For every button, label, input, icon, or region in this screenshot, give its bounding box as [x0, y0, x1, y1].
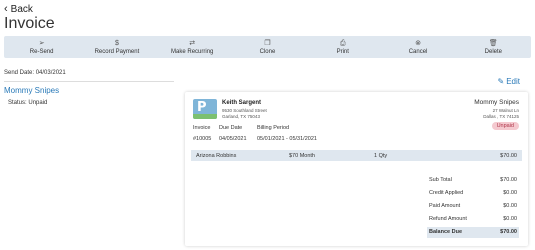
paid-amount-label: Paid Amount: [429, 203, 461, 209]
totals-row: Paid Amount $0.00: [427, 201, 519, 212]
trash-icon: 🗑: [488, 39, 498, 47]
refund-amount-label: Refund Amount: [429, 216, 467, 222]
print-button[interactable]: ⎙ Print: [305, 36, 380, 58]
balance-due-value: $70.00: [500, 229, 517, 235]
refund-amount-value: $0.00: [503, 216, 517, 222]
print-icon: ⎙: [339, 39, 346, 47]
meta-header-invoice: Invoice: [193, 125, 211, 131]
line-item-rate: $70 Month: [289, 153, 315, 159]
delete-label: Delete: [484, 48, 502, 55]
edit-label: Edit: [506, 77, 520, 86]
status-label: Status:: [8, 100, 27, 106]
totals-row: Sub Total $70.00: [427, 175, 519, 186]
chevron-left-icon: ‹: [4, 3, 8, 15]
customer-link[interactable]: Mommy Snipes: [4, 86, 59, 95]
make-recurring-label: Make Recurring: [171, 48, 214, 55]
business-logo: P: [193, 99, 217, 119]
balance-due-row: Balance Due $70.00: [427, 227, 519, 238]
sidebar-divider: [4, 81, 174, 82]
copy-icon: ❐: [264, 39, 271, 47]
meta-due-date: 04/05/2021: [219, 136, 247, 142]
status-badge: Unpaid: [491, 122, 519, 130]
line-item-qty: 1 Qty: [374, 153, 388, 159]
balance-due-label: Balance Due: [429, 229, 463, 235]
make-recurring-button[interactable]: ⇄ Make Recurring: [155, 36, 230, 58]
print-label: Print: [336, 48, 349, 55]
pencil-icon: ✎: [497, 77, 505, 86]
dollar-icon: $: [114, 39, 119, 47]
send-icon: ➢: [38, 39, 45, 47]
logo-letter: P: [197, 100, 207, 115]
totals-row: Refund Amount $0.00: [427, 214, 519, 225]
credit-applied-label: Credit Applied: [429, 190, 464, 196]
status-line: Status: Unpaid: [8, 100, 47, 106]
back-link[interactable]: ‹ Back: [4, 3, 33, 16]
delete-button[interactable]: 🗑 Delete: [456, 36, 531, 58]
business-name: Keith Sargent: [222, 100, 262, 106]
totals-row: Credit Applied $0.00: [427, 188, 519, 199]
invoice-toolbar: ➢ Re-Send $ Record Payment ⇄ Make Recurr…: [4, 36, 531, 58]
record-payment-button[interactable]: $ Record Payment: [79, 36, 154, 58]
line-item-row: Arizona Robbins $70 Month 1 Qty $70.00: [191, 150, 522, 161]
sub-total-label: Sub Total: [429, 177, 452, 183]
resend-button[interactable]: ➢ Re-Send: [4, 36, 79, 58]
line-item-name: Arizona Robbins: [196, 153, 237, 159]
repeat-icon: ⇄: [189, 39, 196, 47]
customer-address-line2: Dallas , TX 74125: [483, 113, 519, 119]
invoice-customer-address: 27 Walnut Ln Dallas , TX 74125: [483, 108, 519, 119]
edit-button[interactable]: ✎ Edit: [498, 77, 521, 86]
business-address-line1: 9530 Southland Street: [222, 108, 267, 113]
meta-billing-period: 05/01/2021 - 05/31/2021: [257, 136, 317, 142]
meta-invoice-number: #10005: [193, 136, 212, 142]
clone-button[interactable]: ❐ Clone: [230, 36, 305, 58]
business-address-line2: Garland, TX 75043: [222, 113, 260, 119]
clone-label: Clone: [259, 48, 276, 55]
invoice-card: P Keith Sargent 9530 Southland Street Ga…: [185, 92, 528, 246]
resend-label: Re-Send: [29, 48, 54, 55]
line-item-amount: $70.00: [500, 153, 517, 159]
cancel-label: Cancel: [408, 48, 428, 55]
meta-header-due-date: Due Date: [219, 125, 243, 131]
record-payment-label: Record Payment: [94, 48, 140, 55]
cancel-button[interactable]: ⊗ Cancel: [380, 36, 455, 58]
cancel-icon: ⊗: [415, 39, 421, 47]
meta-header-billing-period: Billing Period: [257, 125, 290, 131]
send-date: Send Date: 04/03/2021: [4, 70, 66, 76]
sub-total-value: $70.00: [500, 177, 517, 183]
business-address: 9530 Southland Street Garland, TX 75043: [222, 108, 267, 119]
back-label: Back: [10, 4, 33, 15]
status-value: Unpaid: [28, 100, 48, 106]
paid-amount-value: $0.00: [503, 203, 517, 209]
page-title: Invoice: [4, 15, 55, 32]
credit-applied-value: $0.00: [503, 190, 517, 196]
invoice-customer-name: Mommy Snipes: [474, 99, 519, 106]
logo-bar: [193, 114, 217, 119]
